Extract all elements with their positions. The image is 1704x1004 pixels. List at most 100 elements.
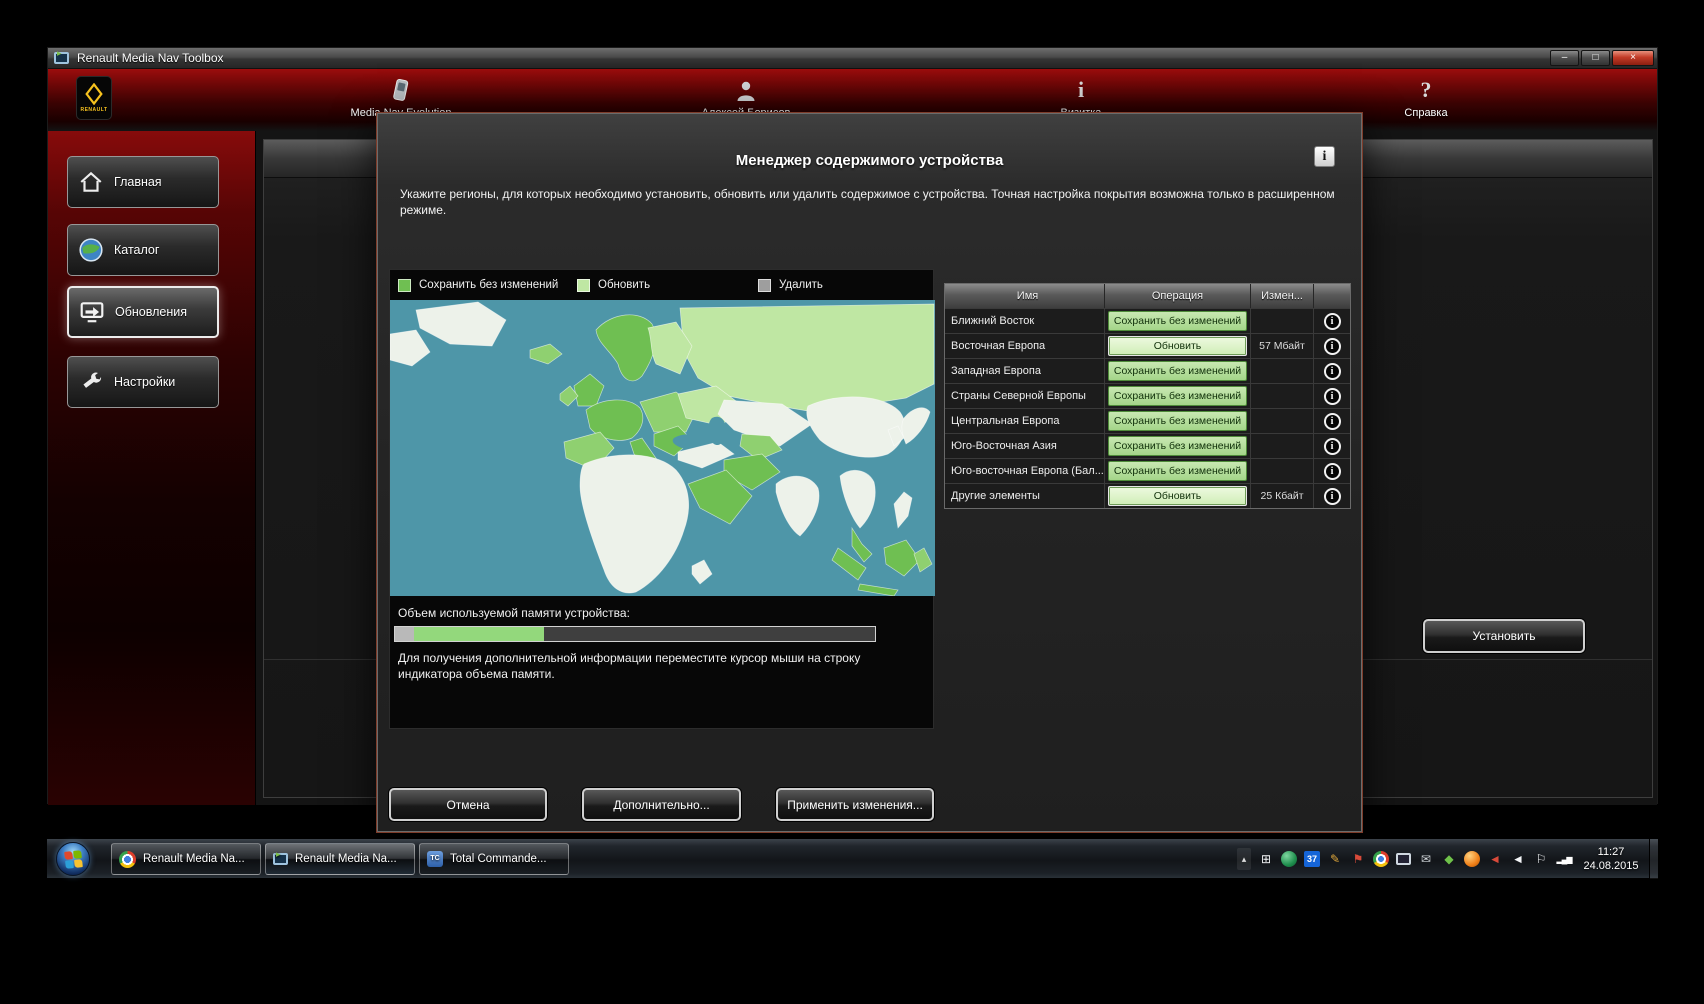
- table-row[interactable]: Юго-Восточная Азия Сохранить без изменен…: [945, 433, 1350, 458]
- install-button[interactable]: Установить: [1423, 619, 1585, 653]
- operation-button[interactable]: Обновить: [1108, 336, 1247, 356]
- taskbar: Renault Media Na... Renault Media Na... …: [47, 838, 1658, 878]
- world-map[interactable]: [390, 300, 935, 596]
- map-region: [902, 408, 930, 444]
- table-row[interactable]: Страны Северной Европы Сохранить без изм…: [945, 383, 1350, 408]
- table-row[interactable]: Ближний Восток Сохранить без изменений i: [945, 308, 1350, 333]
- app-icon: [54, 52, 69, 64]
- region-table: Имя Операция Измен... Ближний Восток Сох…: [944, 283, 1351, 509]
- tray-display-icon[interactable]: [1396, 853, 1411, 865]
- row-info-icon[interactable]: i: [1324, 338, 1341, 355]
- row-info-icon[interactable]: i: [1324, 463, 1341, 480]
- cancel-button[interactable]: Отмена: [389, 788, 547, 821]
- table-row[interactable]: Центральная Европа Сохранить без изменен…: [945, 408, 1350, 433]
- size-cell: 57 Мбайт: [1251, 333, 1314, 358]
- tray-counter-badge[interactable]: 37: [1304, 851, 1320, 867]
- tray-flag-icon[interactable]: ⚑: [1350, 851, 1366, 867]
- start-button[interactable]: [56, 842, 90, 876]
- table-row[interactable]: Западная Европа Сохранить без изменений …: [945, 358, 1350, 383]
- size-cell: [1251, 408, 1314, 433]
- map-region: [807, 397, 905, 457]
- map-region: [914, 548, 932, 572]
- region-name-cell: Восточная Европа: [945, 333, 1105, 358]
- show-desktop-button[interactable]: [1649, 839, 1658, 879]
- table-row[interactable]: Восточная Европа Обновить 57 Мбайт i: [945, 333, 1350, 358]
- operation-button[interactable]: Сохранить без изменений: [1108, 411, 1247, 431]
- taskbar-item-media-nav-toolbox[interactable]: Renault Media Na...: [265, 843, 415, 875]
- tray-volume-icon[interactable]: ◄: [1510, 851, 1526, 867]
- memory-usage-bar[interactable]: [394, 626, 876, 642]
- operation-button[interactable]: Обновить: [1108, 486, 1247, 506]
- tray-windows-icon[interactable]: ⊞: [1258, 851, 1274, 867]
- memory-usage-label: Объем используемой памяти устройства:: [398, 606, 933, 620]
- legend-keep: Сохранить без изменений: [398, 270, 558, 300]
- memory-used-segment: [414, 627, 544, 641]
- sidebar-item-catalog[interactable]: Каталог: [67, 224, 219, 276]
- sidebar-item-updates[interactable]: Обновления: [67, 286, 219, 338]
- updates-monitor-icon: [79, 299, 105, 325]
- caspian-sea: [708, 417, 726, 445]
- operation-button[interactable]: Сохранить без изменений: [1108, 311, 1247, 331]
- globe-icon: [78, 237, 104, 263]
- maximize-button[interactable]: □: [1581, 50, 1610, 66]
- apply-changes-button[interactable]: Применить изменения...: [776, 788, 934, 821]
- operation-button[interactable]: Сохранить без изменений: [1108, 436, 1247, 456]
- row-info-icon[interactable]: i: [1324, 413, 1341, 430]
- tray-notification-flag-icon[interactable]: ⚐: [1533, 851, 1549, 867]
- titlebar[interactable]: Renault Media Nav Toolbox – □ ×: [48, 48, 1657, 69]
- minimize-button[interactable]: –: [1550, 50, 1579, 66]
- chrome-icon: [119, 851, 136, 868]
- map-region: [580, 455, 689, 593]
- nav-device-icon: [390, 78, 412, 104]
- taskbar-item-label: Total Commande...: [450, 853, 547, 865]
- row-info-icon[interactable]: i: [1324, 363, 1341, 380]
- close-button[interactable]: ×: [1612, 50, 1654, 66]
- taskbar-item-browser[interactable]: Renault Media Na...: [111, 843, 261, 875]
- row-info-icon[interactable]: i: [1324, 438, 1341, 455]
- system-tray: ▴ ⊞ 37 ✎ ⚑ ✉ ◆ ◄ ◄ ⚐ ▂▄▆: [1237, 839, 1572, 879]
- taskbar-item-total-commander[interactable]: TC Total Commande...: [419, 843, 569, 875]
- column-header-info: [1314, 284, 1350, 308]
- row-info-icon[interactable]: i: [1324, 388, 1341, 405]
- hidden-icons-button[interactable]: ▴: [1237, 848, 1251, 870]
- row-info-icon[interactable]: i: [1324, 313, 1341, 330]
- table-row[interactable]: Другие элементы Обновить 25 Кбайт i: [945, 483, 1350, 508]
- nav-help[interactable]: ? Справка: [1336, 74, 1516, 119]
- map-region: [416, 302, 506, 346]
- tray-mail-icon[interactable]: ✉: [1418, 851, 1434, 867]
- row-info-icon[interactable]: i: [1324, 488, 1341, 505]
- memory-hint-text: Для получения дополнительной информации …: [398, 650, 878, 682]
- column-header-name: Имя: [945, 284, 1105, 308]
- memory-system-segment: [395, 627, 414, 641]
- map-region: [692, 560, 712, 584]
- operation-button[interactable]: Сохранить без изменений: [1108, 361, 1247, 381]
- operation-button[interactable]: Сохранить без изменений: [1108, 386, 1247, 406]
- info-icon: i: [1078, 76, 1084, 104]
- table-row[interactable]: Юго-восточная Европа (Бал... Сохранить б…: [945, 458, 1350, 483]
- tray-app-icon[interactable]: ◆: [1441, 851, 1457, 867]
- tray-browser-icon[interactable]: [1373, 851, 1389, 867]
- size-cell: 25 Кбайт: [1251, 483, 1314, 508]
- advanced-button[interactable]: Дополнительно...: [582, 788, 741, 821]
- windows-flag-icon: [64, 850, 83, 869]
- sidebar-item-home[interactable]: Главная: [67, 156, 219, 208]
- size-cell: [1251, 433, 1314, 458]
- tray-muted-speaker-icon[interactable]: ◄: [1487, 851, 1503, 867]
- taskbar-clock[interactable]: 11:27 24.08.2015: [1576, 845, 1646, 873]
- tray-globe-icon[interactable]: [1281, 851, 1297, 867]
- size-cell: [1251, 358, 1314, 383]
- tray-orange-app-icon[interactable]: [1464, 851, 1480, 867]
- operation-button[interactable]: Сохранить без изменений: [1108, 461, 1247, 481]
- dialog-info-button[interactable]: i: [1314, 146, 1335, 167]
- clock-time: 11:27: [1576, 845, 1646, 859]
- dialog-title: Менеджер содержимого устройства: [378, 152, 1361, 169]
- renault-diamond-icon: [85, 83, 103, 105]
- help-icon: ?: [1421, 76, 1432, 104]
- tray-network-icon[interactable]: ▂▄▆: [1556, 851, 1572, 867]
- tray-pencil-icon[interactable]: ✎: [1327, 851, 1343, 867]
- sidebar-item-settings[interactable]: Настройки: [67, 356, 219, 408]
- taskbar-item-label: Renault Media Na...: [143, 853, 245, 865]
- device-content-manager-dialog: Менеджер содержимого устройства i Укажит…: [377, 113, 1362, 832]
- region-name-cell: Западная Европа: [945, 358, 1105, 383]
- map-region: [858, 584, 898, 596]
